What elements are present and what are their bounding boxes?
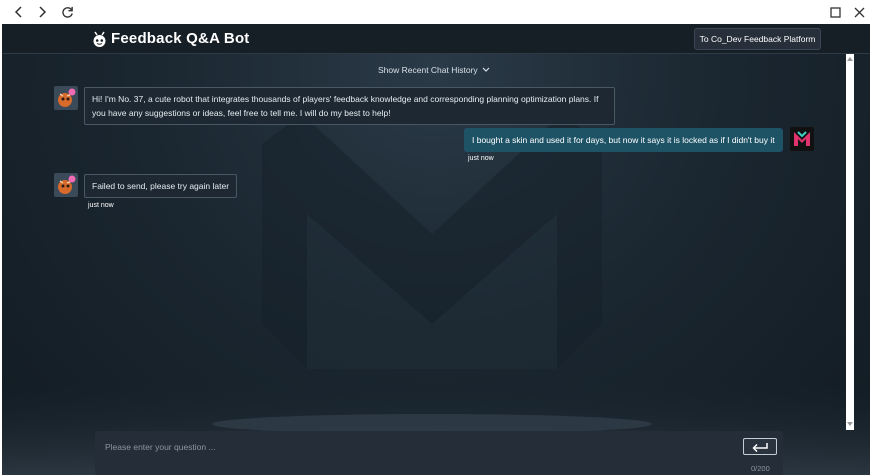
character-counter: 0/200 bbox=[751, 464, 770, 473]
bot-avatar bbox=[54, 86, 78, 110]
message-timestamp: just now bbox=[468, 155, 494, 162]
feedback-platform-button[interactable]: To Co_Dev Feedback Platform bbox=[694, 28, 821, 50]
show-history-link[interactable]: Show Recent Chat History bbox=[378, 65, 490, 75]
chat-scrollbar[interactable] bbox=[846, 54, 854, 430]
send-button[interactable] bbox=[743, 438, 777, 455]
chevron-down-icon bbox=[482, 67, 490, 72]
history-link-label: Show Recent Chat History bbox=[378, 65, 478, 75]
refresh-icon[interactable] bbox=[58, 3, 76, 21]
close-icon[interactable] bbox=[850, 3, 868, 21]
maximize-icon[interactable] bbox=[826, 3, 844, 21]
app-header: Feedback Q&A Bot To Co_Dev Feedback Plat… bbox=[2, 24, 870, 54]
bot-avatar bbox=[54, 173, 78, 197]
chevron-left-icon[interactable] bbox=[10, 3, 28, 21]
scroll-down-icon[interactable] bbox=[846, 422, 854, 428]
chevron-right-icon[interactable] bbox=[33, 3, 51, 21]
user-avatar bbox=[790, 127, 814, 151]
question-input[interactable] bbox=[105, 439, 725, 455]
chat-input-bar: 0/200 bbox=[95, 431, 783, 475]
user-message: I bought a skin and used it for days, bu… bbox=[464, 128, 783, 152]
message-timestamp: just now bbox=[88, 202, 114, 209]
bot-message-line: you have any suggestions or ideas, feel … bbox=[92, 108, 391, 118]
bot-message-line: Hi! I'm No. 37, a cute robot that integr… bbox=[92, 94, 599, 104]
enter-icon bbox=[752, 442, 768, 452]
chat-app: Feedback Q&A Bot To Co_Dev Feedback Plat… bbox=[2, 24, 870, 475]
bot-error-message: Failed to send, please try again later bbox=[84, 174, 238, 198]
page-title: Feedback Q&A Bot bbox=[111, 30, 250, 47]
scroll-up-icon[interactable] bbox=[846, 56, 854, 62]
bot-message: Hi! I'm No. 37, a cute robot that integr… bbox=[84, 87, 615, 125]
robot-icon bbox=[93, 31, 106, 47]
browser-toolbar bbox=[0, 0, 872, 24]
